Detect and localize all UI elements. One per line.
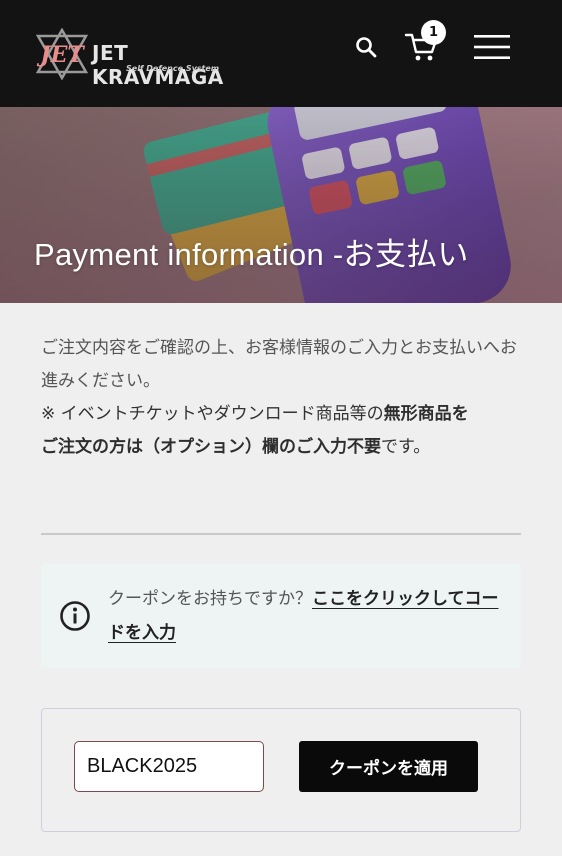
page-title: Payment information -お支払い <box>34 237 469 272</box>
order-instructions: ご注文内容をご確認の上、お客様情報のご入力とお支払いへお進みください。 ※ イベ… <box>41 332 531 464</box>
coupon-question: クーポンをお持ちですか？ <box>108 589 312 609</box>
apply-coupon-button[interactable]: クーポンを適用 <box>299 741 478 792</box>
site-logo[interactable]: JET JET KRAVMAGA Self Defence System <box>34 28 264 89</box>
coupon-notice: クーポンをお持ちですか？ここをクリックしてコードを入力 <box>41 564 521 668</box>
hero-banner: Payment information -お支払い <box>0 107 562 303</box>
info-icon <box>60 601 90 631</box>
instruction-text: ご注文内容をご確認の上、お客様情報のご入力とお支払いへお進みください。 <box>41 338 517 391</box>
search-icon[interactable] <box>354 35 378 59</box>
logo-mark-text: JET <box>36 42 85 68</box>
site-header: JET JET KRAVMAGA Self Defence System 1 <box>0 0 562 107</box>
note-suffix: です。 <box>381 437 431 457</box>
menu-icon[interactable] <box>474 34 510 60</box>
brand-tagline: Self Defence System <box>126 64 220 73</box>
coupon-notice-text: クーポンをお持ちですか？ここをクリックしてコードを入力 <box>108 582 508 650</box>
coupon-code-input[interactable] <box>74 741 264 792</box>
cart-count-badge: 1 <box>421 20 446 45</box>
section-divider <box>41 533 521 535</box>
logo-mark-icon: JET <box>35 28 89 80</box>
note-bold-1: 無形商品を <box>383 404 469 424</box>
note-bold-2: ご注文の方は（オプション）欄のご入力不要 <box>41 437 381 457</box>
coupon-form: クーポンを適用 <box>41 708 521 832</box>
note-prefix: ※ イベントチケットやダウンロード商品等の <box>41 404 384 424</box>
intangible-goods-note: ※ イベントチケットやダウンロード商品等の無形商品を ご注文の方は（オプション）欄… <box>41 398 531 464</box>
